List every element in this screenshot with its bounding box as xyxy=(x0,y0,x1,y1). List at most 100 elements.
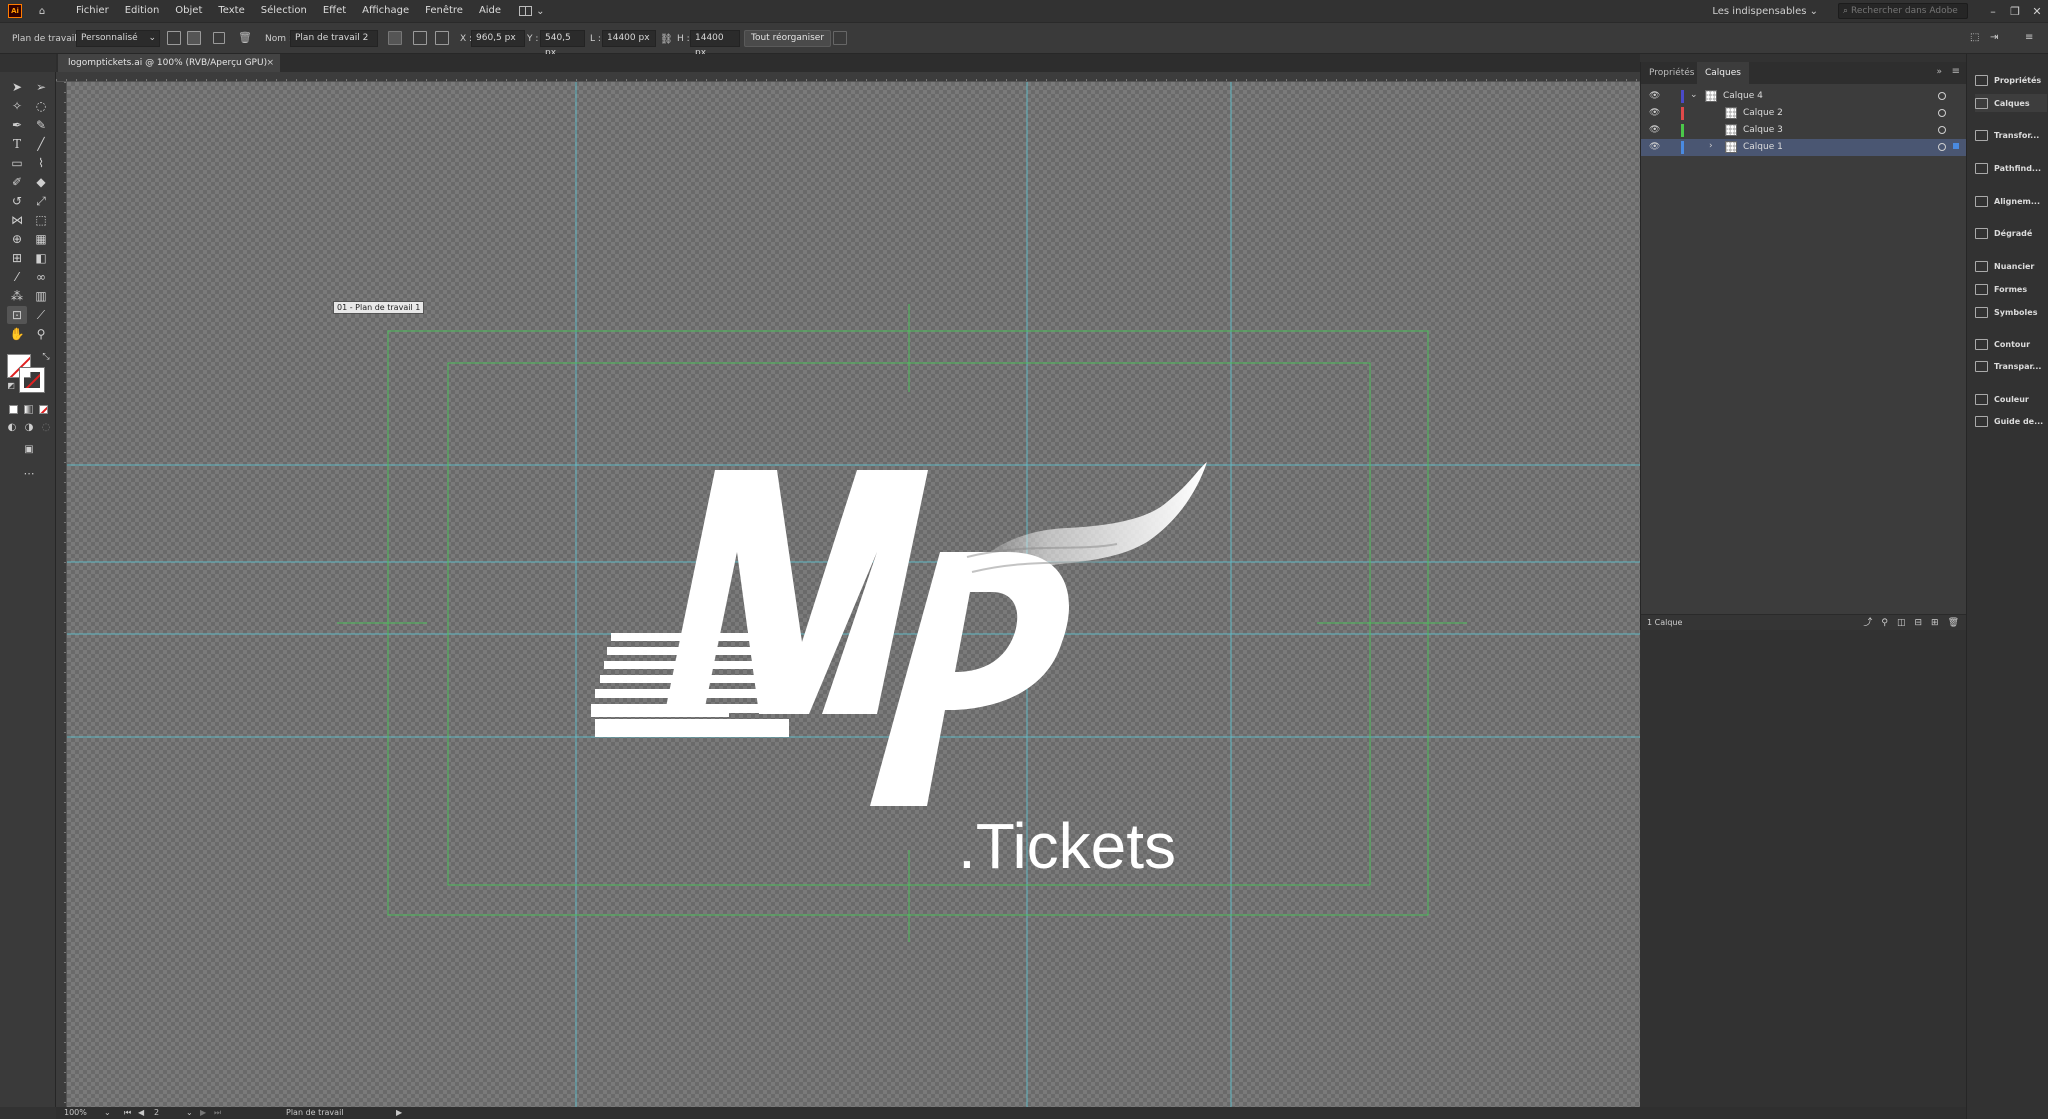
menu-aide[interactable]: Aide xyxy=(471,0,509,22)
new-layer-icon[interactable]: ⊞ xyxy=(1931,615,1939,631)
type-tool-icon[interactable]: T xyxy=(7,135,27,153)
document-tab[interactable]: logomptickets.ai @ 100% (RVB/Aperçu GPU)… xyxy=(58,54,280,72)
delete-artboard-icon[interactable]: 🗑 xyxy=(238,31,252,45)
artboard-preset-select[interactable]: Personnalisé ⌄ xyxy=(76,30,160,47)
status-menu-arrow-icon[interactable]: ▶ xyxy=(396,1107,402,1119)
minimize-button[interactable]: – xyxy=(1982,5,2004,18)
restore-button[interactable]: ❐ xyxy=(2004,5,2026,18)
layer-name[interactable]: Calque 4 xyxy=(1723,91,1763,101)
edit-toolbar-icon[interactable]: ⋯ xyxy=(19,464,39,482)
chevron-down-icon[interactable]: ⌄ xyxy=(1690,90,1698,100)
link-icon[interactable]: ⛓ xyxy=(660,34,673,45)
y-input[interactable]: 540,5 px xyxy=(540,30,585,58)
last-artboard-icon[interactable]: ⏭ xyxy=(214,1107,221,1119)
first-artboard-icon[interactable]: ⏮ xyxy=(124,1107,131,1119)
dock-transparency[interactable]: Transpar... xyxy=(1975,357,2047,375)
stock-search[interactable]: ⌕ xyxy=(1838,3,1968,19)
new-artboard-icon[interactable] xyxy=(213,32,225,44)
line-tool-icon[interactable]: ╱ xyxy=(31,135,51,153)
artboard-name-input[interactable]: Plan de travail 2 xyxy=(290,30,378,47)
vertical-ruler[interactable] xyxy=(56,82,67,1107)
direct-selection-tool-icon[interactable]: ➢ xyxy=(31,78,51,96)
layer-row[interactable]: 👁 ⌄ Calque 4 xyxy=(1641,88,1967,105)
close-window-button[interactable]: ✕ xyxy=(2026,5,2048,18)
panel-menu-icon[interactable]: ≡ xyxy=(2025,32,2033,43)
rotate-tool-icon[interactable]: ↺ xyxy=(7,192,27,210)
visibility-eye-icon[interactable]: 👁 xyxy=(1649,108,1660,118)
visibility-eye-icon[interactable]: 👁 xyxy=(1649,91,1660,101)
dock-transform[interactable]: Transfor... xyxy=(1975,126,2047,144)
dock-stroke[interactable]: Contour xyxy=(1975,335,2047,353)
artboard-index[interactable]: 2 xyxy=(154,1107,159,1119)
layer-row[interactable]: 👁 Calque 3 xyxy=(1641,122,1967,139)
tab-layers[interactable]: Calques xyxy=(1697,62,1749,84)
width-tool-icon[interactable]: ⋈ xyxy=(7,211,27,229)
layer-name[interactable]: Calque 1 xyxy=(1743,142,1783,152)
arrange-panels-icon[interactable]: ⬚ xyxy=(1970,32,1979,43)
eyedropper-tool-icon[interactable]: ⁄ xyxy=(7,268,27,286)
close-tab-icon[interactable]: × xyxy=(266,54,274,72)
stock-search-input[interactable] xyxy=(1851,6,1962,16)
layer-row[interactable]: 👁 Calque 2 xyxy=(1641,105,1967,122)
layer-row-selected[interactable]: 👁 › Calque 1 xyxy=(1641,139,1967,156)
reference-point-icon[interactable] xyxy=(435,31,449,45)
x-input[interactable]: 960,5 px xyxy=(471,30,525,47)
target-circle-icon[interactable] xyxy=(1938,92,1946,100)
rearrange-all-button[interactable]: Tout réorganiser xyxy=(744,30,832,47)
magic-wand-tool-icon[interactable]: ✧ xyxy=(7,97,27,115)
curvature-tool-icon[interactable]: ✎ xyxy=(31,116,51,134)
arrange-documents-button[interactable]: ⌄ xyxy=(519,6,544,17)
menu-affichage[interactable]: Affichage xyxy=(354,0,417,22)
lasso-tool-icon[interactable]: ◌ xyxy=(31,97,51,115)
swap-fill-stroke-icon[interactable]: ⤡ xyxy=(36,348,56,366)
none-mode-icon[interactable] xyxy=(39,405,48,414)
portrait-icon[interactable] xyxy=(167,31,181,45)
visibility-eye-icon[interactable]: 👁 xyxy=(1649,142,1660,152)
shape-builder-tool-icon[interactable]: ⊕ xyxy=(7,230,27,248)
graph-tool-icon[interactable]: ▥ xyxy=(31,287,51,305)
screen-mode-icon[interactable]: ▣ xyxy=(19,440,39,458)
selection-tool-icon[interactable]: ➤ xyxy=(7,78,27,96)
mesh-tool-icon[interactable]: ⊞ xyxy=(7,249,27,267)
landscape-icon[interactable] xyxy=(187,31,201,45)
symbol-sprayer-tool-icon[interactable]: ⁂ xyxy=(7,287,27,305)
dock-swatches[interactable]: Nuancier xyxy=(1975,257,2047,275)
layer-name[interactable]: Calque 3 xyxy=(1743,125,1783,135)
chevron-down-icon[interactable]: ⌄ xyxy=(186,1107,193,1119)
menu-edition[interactable]: Edition xyxy=(117,0,168,22)
chevron-right-icon[interactable]: › xyxy=(1709,141,1713,151)
export-icon[interactable]: ⤴ xyxy=(1863,615,1872,631)
previous-artboard-icon[interactable]: ◀ xyxy=(138,1107,144,1119)
color-mode-icon[interactable] xyxy=(9,405,18,414)
paintbrush-tool-icon[interactable]: ⌇ xyxy=(31,154,51,172)
zoom-tool-icon[interactable]: ⚲ xyxy=(31,325,51,343)
dock-color-guide[interactable]: Guide de... xyxy=(1975,412,2047,430)
dock-symbols[interactable]: Symboles xyxy=(1975,303,2047,321)
stroke-swatch[interactable] xyxy=(19,367,45,393)
chevron-down-icon[interactable]: ⌄ xyxy=(104,1107,111,1119)
dock-layers[interactable]: Calques xyxy=(1975,94,2047,112)
blend-tool-icon[interactable]: ∞ xyxy=(31,268,51,286)
gradient-tool-icon[interactable]: ◧ xyxy=(31,249,51,267)
scale-tool-icon[interactable]: ⤢ xyxy=(31,192,51,210)
visibility-eye-icon[interactable]: 👁 xyxy=(1649,125,1660,135)
locate-object-icon[interactable]: ⚲ xyxy=(1881,615,1888,631)
menu-texte[interactable]: Texte xyxy=(210,0,252,22)
workspace-switcher[interactable]: Les indispensables ⌄ xyxy=(1712,6,1818,17)
dock-color[interactable]: Couleur xyxy=(1975,390,2047,408)
horizontal-ruler[interactable] xyxy=(56,72,1640,82)
default-fill-stroke-icon[interactable]: ◩ xyxy=(1,376,21,394)
target-circle-icon[interactable] xyxy=(1938,143,1946,151)
artboard-options-icon[interactable] xyxy=(413,31,427,45)
layer-name[interactable]: Calque 2 xyxy=(1743,108,1783,118)
layout-icon[interactable]: ⇥ xyxy=(1990,32,1998,43)
menu-fenetre[interactable]: Fenêtre xyxy=(417,0,471,22)
collapse-panel-icon[interactable]: » xyxy=(1936,67,1942,77)
draw-inside-icon[interactable]: ◌ xyxy=(36,418,56,436)
mp-tickets-logo[interactable]: .Tickets xyxy=(591,462,1207,882)
move-with-artboard-icon[interactable] xyxy=(388,31,402,45)
panel-menu-icon[interactable]: ≡ xyxy=(1952,66,1960,77)
next-artboard-icon[interactable]: ▶ xyxy=(200,1107,206,1119)
eraser-tool-icon[interactable]: ◆ xyxy=(31,173,51,191)
artboard-tool-icon[interactable]: ⊡ xyxy=(7,306,27,324)
